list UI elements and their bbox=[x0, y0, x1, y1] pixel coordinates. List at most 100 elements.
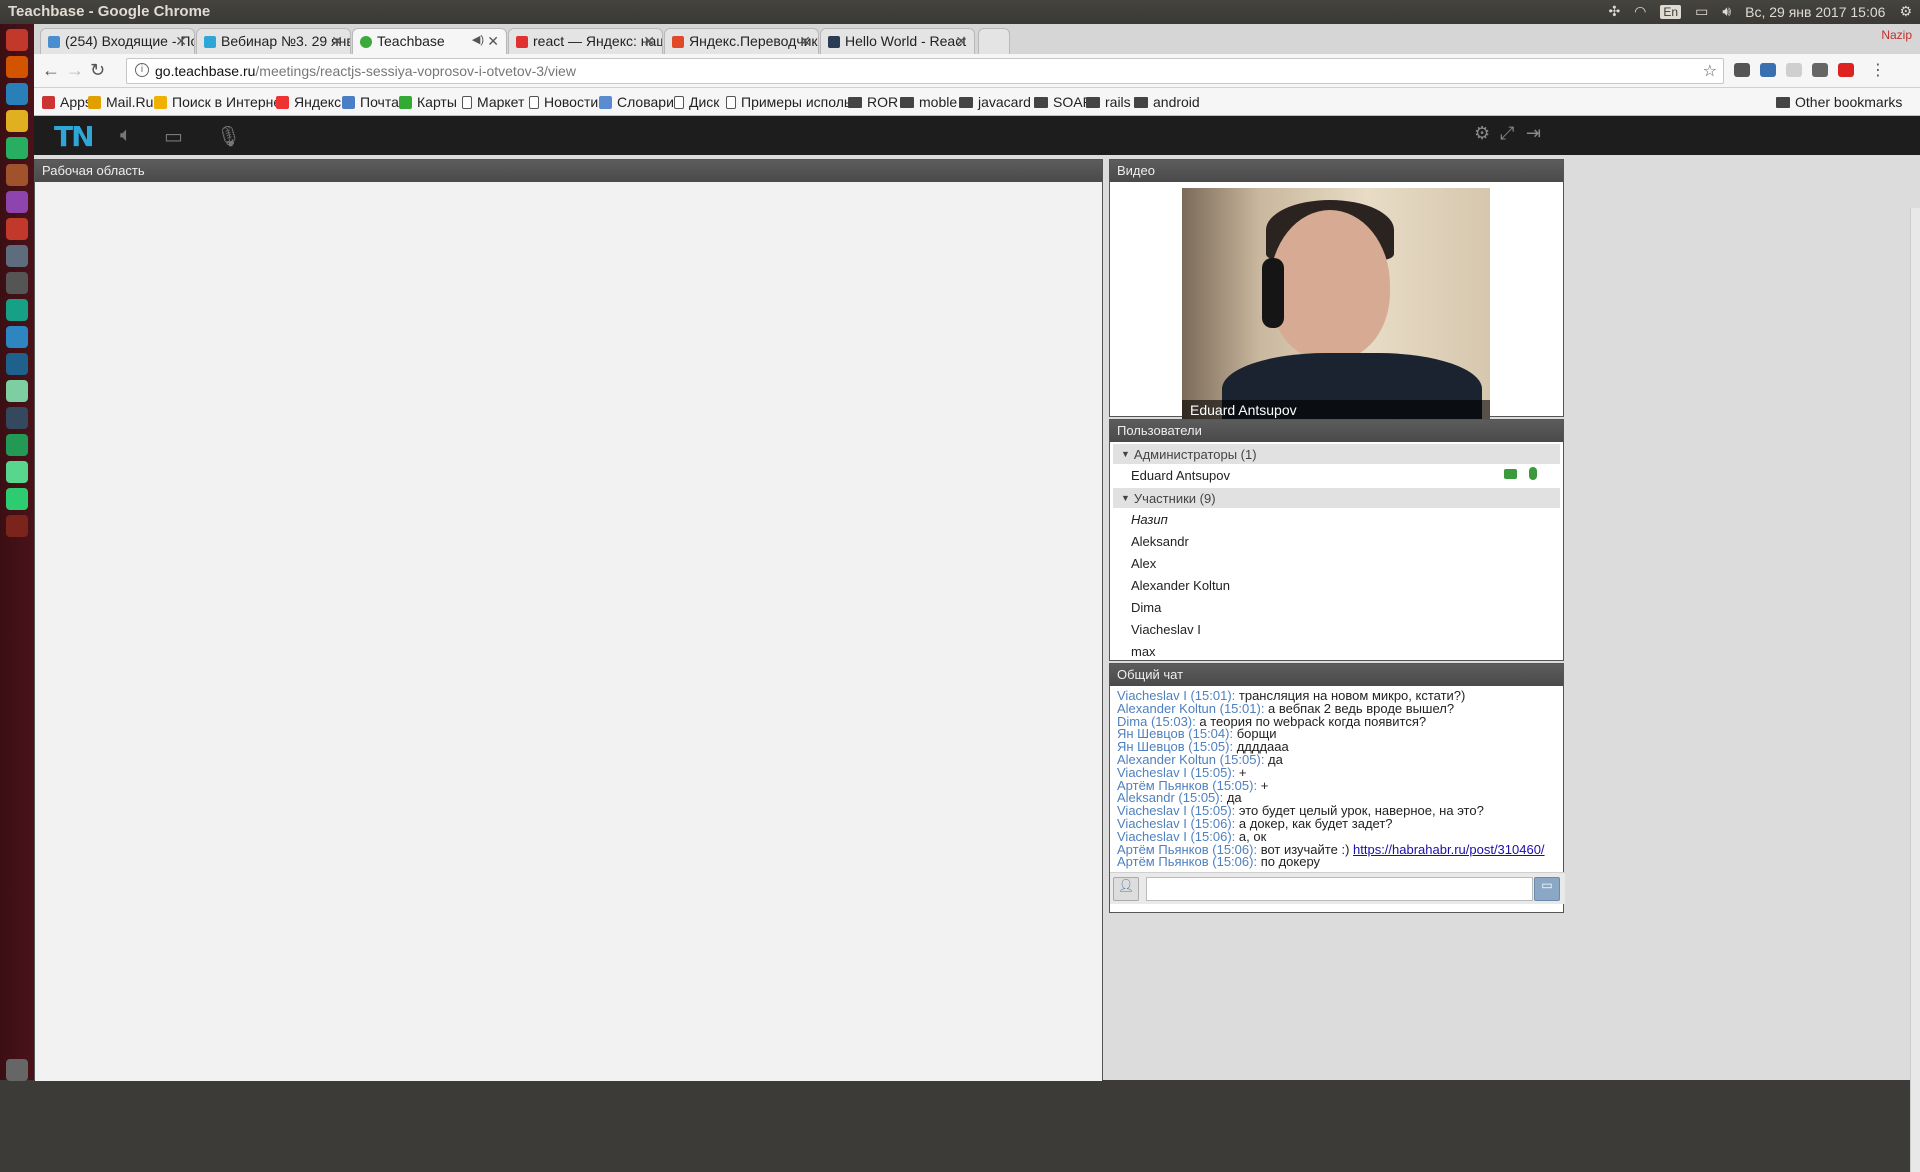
bookmark-folder-javacard[interactable]: javacard bbox=[959, 94, 1031, 110]
user-item[interactable]: Alex bbox=[1110, 552, 1563, 574]
yandex-favicon-icon bbox=[516, 36, 528, 48]
launcher-docs-icon[interactable] bbox=[6, 83, 28, 105]
user-item[interactable]: Назип bbox=[1110, 508, 1563, 530]
new-tab-button[interactable] bbox=[978, 28, 1010, 54]
launcher-vm-icon[interactable] bbox=[6, 353, 28, 375]
other-bookmarks[interactable]: Other bookmarks bbox=[1776, 94, 1902, 110]
teachbase-logo: TN bbox=[54, 120, 95, 153]
tab-close-icon[interactable]: ✕ bbox=[487, 33, 499, 50]
audio-playing-icon[interactable]: ◀︎) bbox=[472, 33, 484, 46]
admins-group-header[interactable]: ▼ Администраторы (1) bbox=[1113, 444, 1560, 464]
bookmark-maps[interactable]: Карты bbox=[399, 94, 457, 110]
launcher-calendar-icon[interactable] bbox=[6, 218, 28, 240]
settings-icon[interactable]: ⚙ bbox=[1474, 123, 1490, 144]
exit-icon[interactable]: ⇥ bbox=[1526, 123, 1541, 144]
bookmark-yandex[interactable]: Яндекс bbox=[276, 94, 341, 110]
bookmark-dictionaries[interactable]: Словари bbox=[599, 94, 674, 110]
chat-link[interactable]: https://habrahabr.ru/post/310460/ bbox=[1353, 842, 1545, 857]
youtube-extension-icon[interactable] bbox=[1838, 63, 1854, 77]
reload-icon[interactable]: ↻ bbox=[90, 60, 105, 81]
bookmark-folder-android[interactable]: android bbox=[1134, 94, 1200, 110]
launcher-spreadsheet-icon[interactable] bbox=[6, 137, 28, 159]
launcher-app-icon[interactable] bbox=[6, 29, 28, 51]
chrome-menu-icon[interactable]: ⋮ bbox=[1870, 60, 1886, 80]
tab-webinar[interactable]: Вебинар №3. 29 янв ✕ bbox=[196, 28, 351, 54]
camera-icon[interactable]: ▭ bbox=[164, 124, 183, 149]
battery-icon[interactable]: ▭ bbox=[1695, 3, 1708, 20]
launcher-android-icon[interactable] bbox=[6, 380, 28, 402]
bookmark-folder-soap[interactable]: SOAP bbox=[1034, 94, 1092, 110]
bookmark-star-icon[interactable]: ☆ bbox=[1703, 61, 1717, 81]
workspace-area[interactable] bbox=[35, 182, 1102, 1081]
trash-icon[interactable] bbox=[6, 1059, 28, 1081]
user-item[interactable]: Alexander Koltun bbox=[1110, 574, 1563, 596]
bookmark-mail[interactable]: Почта bbox=[342, 94, 399, 110]
profile-button[interactable]: Nazip bbox=[1881, 28, 1912, 42]
settings-gear-icon[interactable]: ⚙ bbox=[1899, 3, 1912, 20]
tab-close-icon[interactable]: ✕ bbox=[175, 33, 187, 50]
tab-close-icon[interactable]: ✕ bbox=[643, 33, 655, 50]
tab-close-icon[interactable]: ✕ bbox=[955, 33, 967, 50]
launcher-telegram-icon[interactable] bbox=[6, 299, 28, 321]
launcher-chrome-icon[interactable] bbox=[6, 110, 28, 132]
tab-close-icon[interactable]: ✕ bbox=[799, 33, 811, 50]
bookmark-market[interactable]: Маркет bbox=[462, 94, 524, 110]
launcher-image-icon[interactable] bbox=[6, 461, 28, 483]
user-item[interactable]: Aleksandr bbox=[1110, 530, 1563, 552]
forward-icon[interactable]: → bbox=[66, 60, 84, 81]
bookmark-folder-ror[interactable]: ROR bbox=[848, 94, 898, 110]
bookmark-folder-rails[interactable]: rails bbox=[1086, 94, 1131, 110]
keyboard-layout[interactable]: En bbox=[1660, 4, 1682, 19]
volume-icon[interactable]: 🔊︎ bbox=[1722, 3, 1731, 20]
bookmark-news[interactable]: Новости bbox=[529, 94, 598, 110]
launcher-disk-icon[interactable] bbox=[6, 245, 28, 267]
launcher-files-icon[interactable] bbox=[6, 56, 28, 78]
bookmark-search[interactable]: Поиск в Интерне bbox=[154, 94, 281, 110]
tab-teachbase[interactable]: Teachbase ◀︎) ✕ bbox=[352, 28, 507, 55]
tab-inbox[interactable]: (254) Входящие - По ✕ bbox=[40, 28, 195, 54]
site-info-icon[interactable]: i bbox=[135, 63, 149, 77]
microphone-icon[interactable]: 🎙︎ bbox=[216, 124, 241, 149]
page-scrollbar[interactable] bbox=[1910, 208, 1920, 1172]
launcher-text-icon[interactable] bbox=[6, 164, 28, 186]
user-item[interactable]: Dima bbox=[1110, 596, 1563, 618]
launcher-app2-icon[interactable] bbox=[6, 434, 28, 456]
video-speaker-name: Eduard Antsupov bbox=[1182, 400, 1490, 420]
extension-icon[interactable] bbox=[1760, 63, 1776, 77]
user-item[interactable]: max bbox=[1110, 640, 1563, 662]
launcher-misc-icon[interactable] bbox=[6, 515, 28, 537]
bookmark-folder-moble[interactable]: moble bbox=[900, 94, 957, 110]
user-mic-on-icon bbox=[1529, 467, 1537, 480]
eyedropper-extension-icon[interactable] bbox=[1812, 63, 1828, 77]
chat-message-input[interactable] bbox=[1146, 877, 1533, 901]
cloud-extension-icon[interactable] bbox=[1734, 63, 1750, 77]
launcher-ide-icon[interactable] bbox=[6, 407, 28, 429]
video-stream[interactable]: Eduard Antsupov bbox=[1182, 188, 1490, 420]
user-item[interactable]: Eduard Antsupov bbox=[1110, 464, 1563, 486]
clock[interactable]: Вс, 29 янв 2017 15:06 bbox=[1745, 4, 1885, 20]
extension-grid-icon[interactable] bbox=[1786, 63, 1802, 77]
user-select-icon[interactable]: 👤︎ bbox=[1113, 877, 1139, 901]
tab-close-icon[interactable]: ✕ bbox=[331, 33, 343, 50]
chat-author[interactable]: Артём Пьянков (15:06): bbox=[1117, 854, 1257, 869]
tab-yandex-translate[interactable]: Яндекс.Переводчик ✕ bbox=[664, 28, 819, 54]
address-bar[interactable]: i go.teachbase.ru/meetings/reactjs-sessi… bbox=[126, 58, 1724, 84]
bookmark-apps[interactable]: Apps bbox=[42, 94, 92, 110]
launcher-skype-icon[interactable] bbox=[6, 326, 28, 348]
speaker-icon[interactable]: 🔈︎ bbox=[120, 124, 132, 147]
fullscreen-icon[interactable]: ⤢ bbox=[1500, 123, 1514, 144]
participants-group-header[interactable]: ▼ Участники (9) bbox=[1113, 488, 1560, 508]
tab-hello-world-react[interactable]: Hello World - React ✕ bbox=[820, 28, 975, 54]
launcher-tool-icon[interactable] bbox=[6, 191, 28, 213]
bookmark-examples[interactable]: Примеры исполь bbox=[726, 94, 851, 110]
launcher-terminal-icon[interactable] bbox=[6, 272, 28, 294]
user-item[interactable]: Viacheslav I bbox=[1110, 618, 1563, 640]
dropbox-icon[interactable]: ✣ bbox=[1608, 3, 1620, 20]
back-icon[interactable]: ← bbox=[42, 60, 60, 81]
launcher-green-icon[interactable] bbox=[6, 488, 28, 510]
send-message-icon[interactable]: ▭ bbox=[1534, 877, 1560, 901]
wifi-icon[interactable]: ◠ bbox=[1634, 3, 1646, 20]
bookmark-mailru[interactable]: Mail.Ru bbox=[88, 94, 153, 110]
tab-yandex-search[interactable]: react — Яндекс: наш ✕ bbox=[508, 28, 663, 54]
bookmark-disk[interactable]: Диск bbox=[674, 94, 719, 110]
